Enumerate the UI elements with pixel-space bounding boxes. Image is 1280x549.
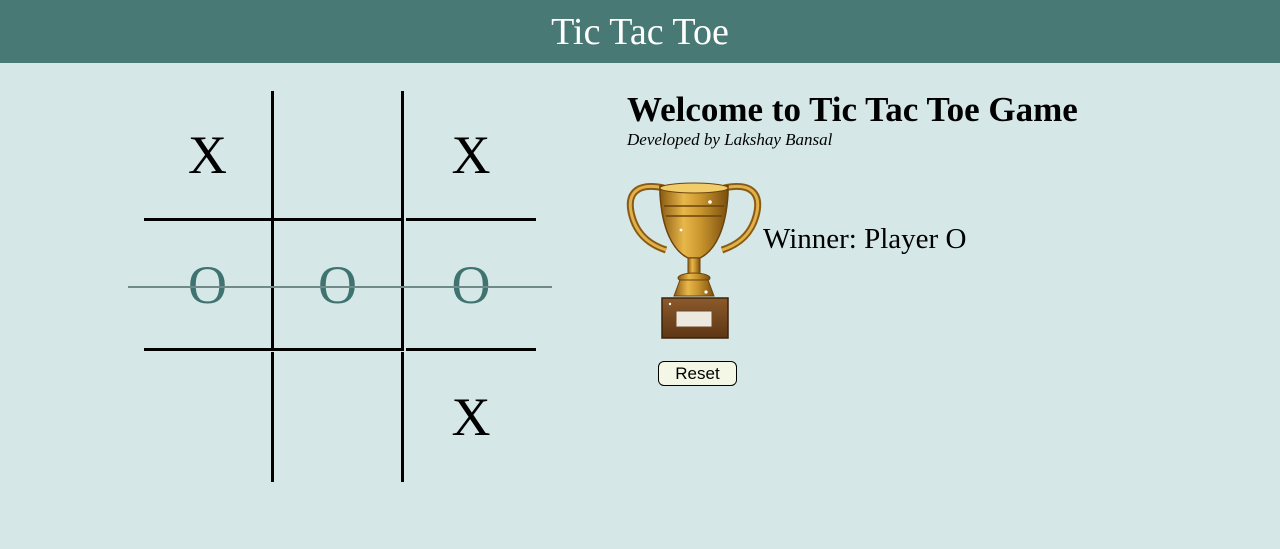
board-cell-8[interactable] bbox=[274, 352, 404, 482]
reset-button[interactable]: Reset bbox=[658, 361, 737, 386]
winning-strike-line bbox=[128, 286, 552, 288]
header-bar: Tic Tac Toe bbox=[0, 0, 1280, 63]
board-cell-7[interactable] bbox=[144, 352, 274, 482]
developer-credit: Developed by Lakshay Bansal bbox=[627, 130, 833, 149]
board-cell-1[interactable]: X bbox=[144, 91, 274, 221]
trophy-icon bbox=[626, 182, 762, 339]
board-cell-9[interactable]: X bbox=[406, 352, 536, 482]
app-title: Tic Tac Toe bbox=[551, 11, 729, 53]
board-cell-3[interactable]: X bbox=[406, 91, 536, 221]
info-panel: Welcome to Tic Tac Toe Game Developed by… bbox=[627, 90, 1078, 150]
winner-status: Winner: Player O bbox=[763, 223, 967, 255]
board-cell-2[interactable] bbox=[274, 91, 404, 221]
welcome-heading: Welcome to Tic Tac Toe Game bbox=[627, 90, 1078, 129]
